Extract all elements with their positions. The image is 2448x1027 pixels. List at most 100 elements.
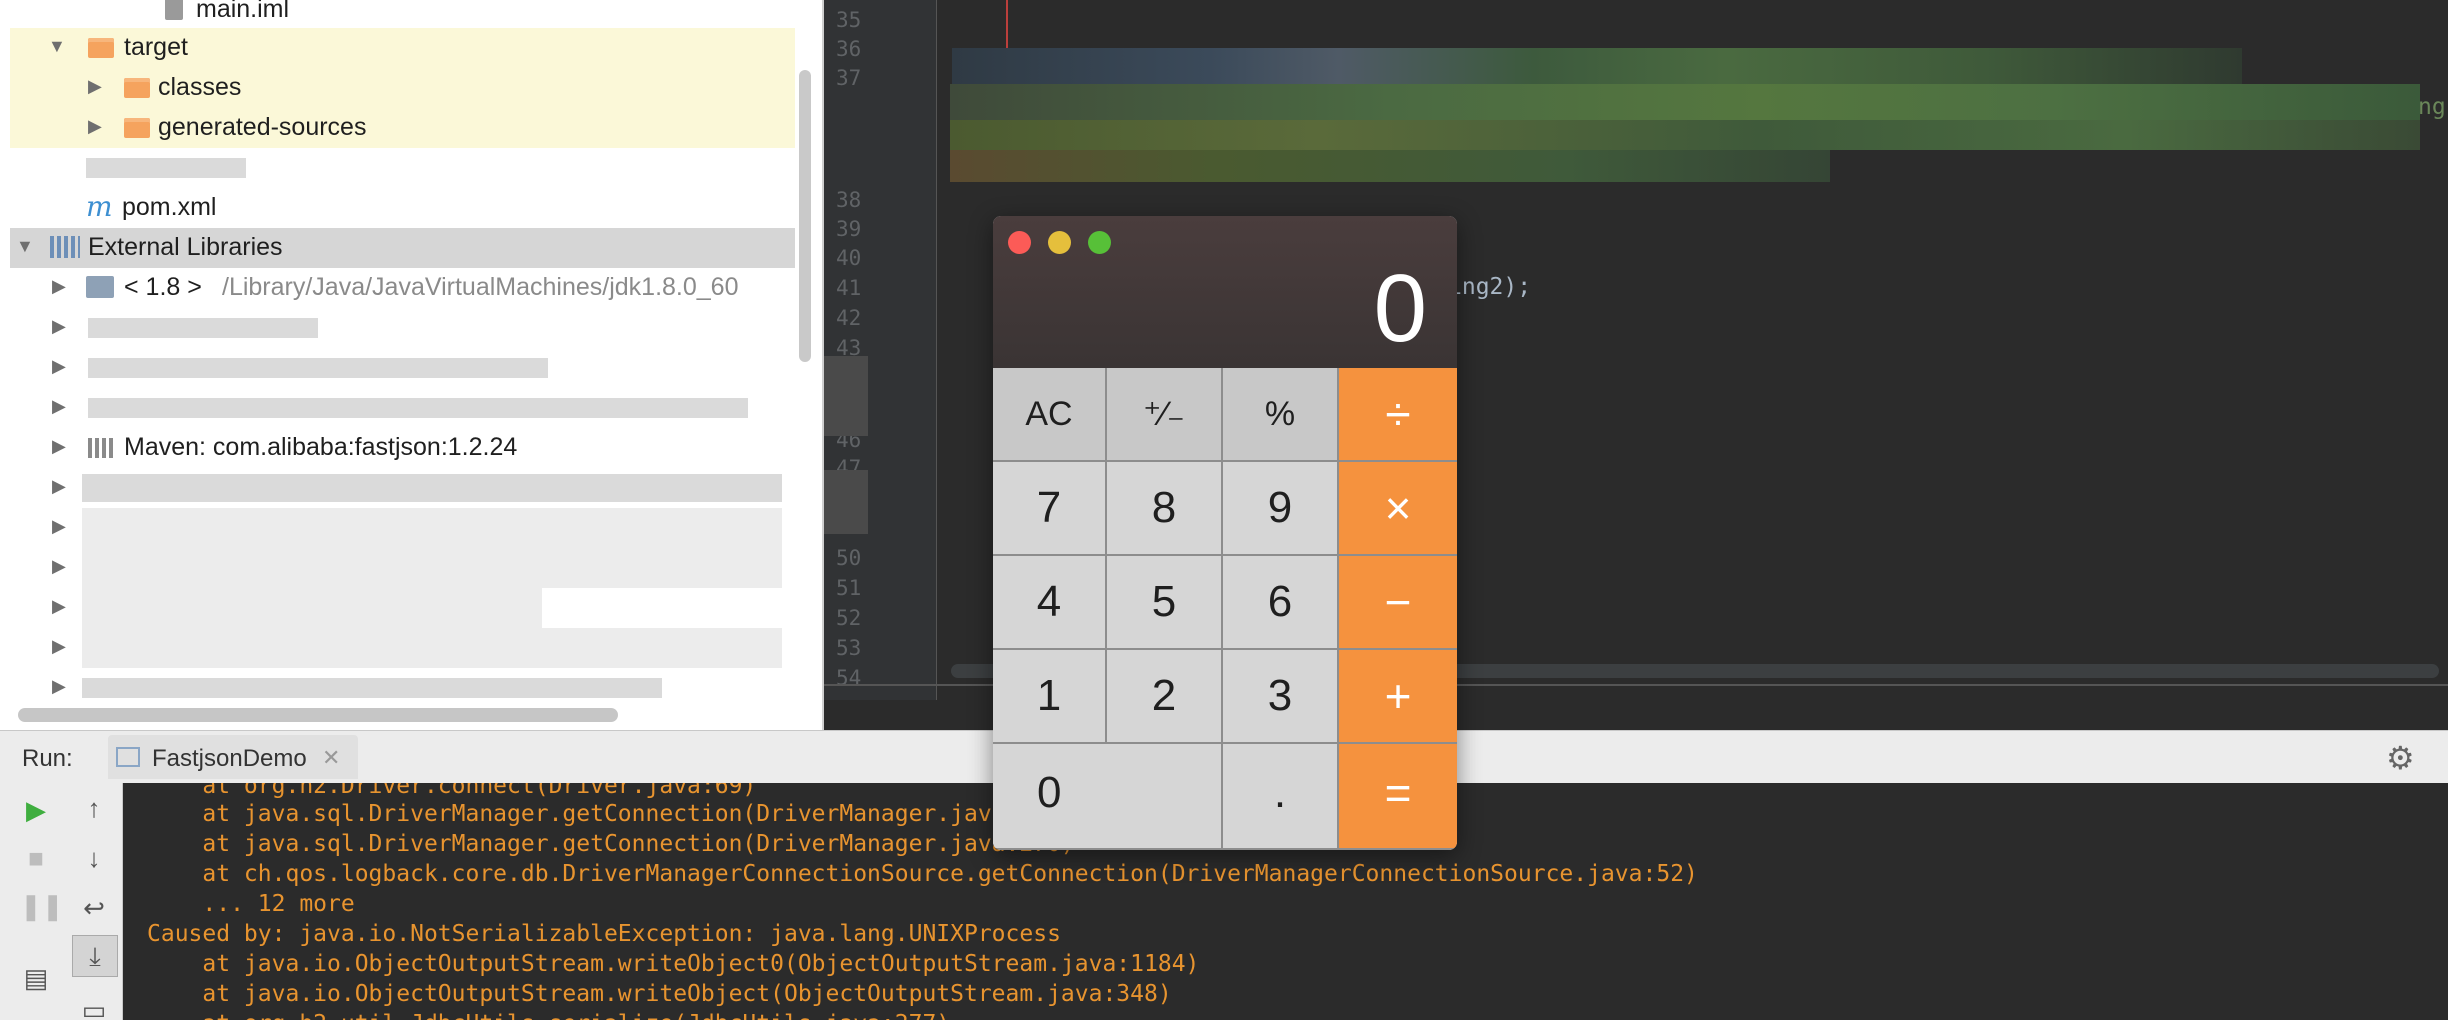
multiply-button[interactable]: ×: [1339, 462, 1457, 556]
tree-item-blurred[interactable]: ▶: [10, 668, 795, 708]
project-tree: main.iml ▼ target ▶ classes ▶ generated-…: [0, 0, 824, 730]
line-number: 50: [836, 546, 862, 570]
jdk-folder-icon: [86, 276, 114, 298]
tree-item-external-libraries[interactable]: ▼ External Libraries: [10, 228, 795, 268]
tree-item-blurred[interactable]: ▶: [10, 508, 795, 548]
blurred-label: [82, 474, 782, 502]
stop-icon[interactable]: ■: [20, 843, 52, 875]
tree-item-pom[interactable]: m pom.xml: [10, 188, 795, 228]
print-icon[interactable]: ▭: [78, 995, 110, 1027]
decimal-button[interactable]: .: [1223, 744, 1339, 850]
chevron-right-icon[interactable]: ▶: [52, 596, 66, 617]
chevron-right-icon[interactable]: ▶: [52, 396, 66, 417]
chevron-right-icon[interactable]: ▶: [52, 636, 66, 657]
tree-item-blurred[interactable]: ▶: [10, 348, 795, 388]
line-number: 40: [836, 246, 862, 270]
tree-item-blurred[interactable]: ▶: [10, 388, 795, 428]
tree-item-main-iml[interactable]: main.iml: [10, 0, 795, 30]
line-number: 41: [836, 276, 862, 300]
jdk-version-label: < 1.8 >: [124, 273, 202, 301]
calculator-result: 0: [1373, 255, 1427, 362]
tree-item-blurred[interactable]: ▶: [10, 548, 795, 588]
line-number: 36: [836, 37, 862, 61]
console-line: at java.io.ObjectOutputStream.writeObjec…: [147, 951, 1200, 977]
line-number: 37: [836, 66, 862, 90]
blurred-label: [82, 678, 662, 698]
minus-button[interactable]: −: [1339, 556, 1457, 650]
chevron-right-icon[interactable]: ▶: [88, 116, 102, 137]
tree-item-target[interactable]: ▼ target: [10, 28, 795, 68]
tab-fastjsondemo[interactable]: FastjsonDemo ✕: [108, 735, 358, 779]
console-line: at org.h2.Driver.connect(Driver.java:69): [147, 783, 757, 799]
chevron-right-icon[interactable]: ▶: [52, 356, 66, 377]
line-number: 53: [836, 636, 862, 660]
chevron-down-icon[interactable]: ▼: [48, 36, 66, 57]
digit-3-button[interactable]: 3: [1223, 650, 1339, 744]
console-line: at java.sql.DriverManager.getConnection(…: [147, 831, 1075, 857]
tree-item-classes[interactable]: ▶ classes: [10, 68, 795, 108]
run-toolbar: ▶ ■ ❚❚ ▤ ↑ ↓ ↩ ⤓ ▭: [0, 783, 123, 1025]
plus-button[interactable]: +: [1339, 650, 1457, 744]
chevron-right-icon[interactable]: ▶: [52, 436, 66, 457]
blurred-label: [82, 628, 782, 668]
chevron-right-icon[interactable]: ▶: [52, 556, 66, 577]
tree-item-blurred[interactable]: ▶: [10, 628, 795, 668]
editor-gutter: 35 36 37 38 39 40 41 42 43 46 47 50 51 5…: [824, 0, 937, 700]
sign-toggle-button[interactable]: ⁺∕₋: [1107, 368, 1223, 462]
run-config-icon: [116, 747, 140, 767]
close-icon[interactable]: ✕: [322, 745, 340, 771]
blurred-label: [88, 318, 318, 338]
layout-icon[interactable]: ▤: [20, 963, 52, 995]
close-window-button[interactable]: [1008, 231, 1031, 254]
obscured-code: [950, 84, 2420, 120]
chevron-right-icon[interactable]: ▶: [52, 676, 66, 697]
obscured-code: [950, 150, 1830, 182]
folder-icon: [88, 38, 114, 58]
arrow-down-icon[interactable]: ↓: [78, 843, 110, 875]
tree-horizontal-scrollbar[interactable]: [18, 708, 618, 722]
digit-8-button[interactable]: 8: [1107, 462, 1223, 556]
blurred-label: [82, 508, 782, 548]
divide-button[interactable]: ÷: [1339, 368, 1457, 462]
tree-item-fastjson[interactable]: ▶ Maven: com.alibaba:fastjson:1.2.24: [10, 428, 795, 468]
digit-2-button[interactable]: 2: [1107, 650, 1223, 744]
digit-9-button[interactable]: 9: [1223, 462, 1339, 556]
chevron-right-icon[interactable]: ▶: [52, 516, 66, 537]
chevron-right-icon[interactable]: ▶: [52, 316, 66, 337]
tree-item-generated-sources[interactable]: ▶ generated-sources: [10, 108, 795, 148]
chevron-down-icon[interactable]: ▼: [16, 236, 34, 257]
tree-item-label: generated-sources: [158, 113, 367, 141]
tree-item-blurred[interactable]: ▶: [10, 588, 795, 628]
maximize-window-button[interactable]: [1088, 231, 1111, 254]
tree-item-blurred[interactable]: ▶: [10, 468, 795, 508]
arrow-up-icon[interactable]: ↑: [78, 793, 110, 825]
calculator-window[interactable]: 0 AC ⁺∕₋ % ÷ 7 8 9 × 4 5 6 − 1 2 3 + 0 .…: [993, 216, 1457, 850]
tree-item-blurred[interactable]: [10, 148, 795, 188]
pause-icon[interactable]: ❚❚: [20, 891, 64, 923]
rerun-icon[interactable]: ▶: [20, 795, 52, 827]
minimize-window-button[interactable]: [1048, 231, 1071, 254]
chevron-right-icon[interactable]: ▶: [52, 276, 66, 297]
digit-6-button[interactable]: 6: [1223, 556, 1339, 650]
tree-vertical-scrollbar[interactable]: [799, 70, 811, 362]
scroll-to-end-icon[interactable]: ⤓: [72, 935, 118, 977]
chevron-right-icon[interactable]: ▶: [52, 476, 66, 497]
chevron-right-icon[interactable]: ▶: [88, 76, 102, 97]
digit-0-button[interactable]: 0: [993, 744, 1223, 850]
blurred-label: [88, 358, 548, 378]
tree-item-blurred[interactable]: ▶: [10, 308, 795, 348]
line-number: 35: [836, 8, 862, 32]
digit-5-button[interactable]: 5: [1107, 556, 1223, 650]
folder-icon: [124, 118, 150, 138]
percent-button[interactable]: %: [1223, 368, 1339, 462]
gear-icon[interactable]: ⚙: [2386, 739, 2415, 777]
digit-1-button[interactable]: 1: [993, 650, 1107, 744]
soft-wrap-icon[interactable]: ↩: [78, 893, 110, 925]
digit-7-button[interactable]: 7: [993, 462, 1107, 556]
clear-button[interactable]: AC: [993, 368, 1107, 462]
equals-button[interactable]: =: [1339, 744, 1457, 850]
line-number: 42: [836, 306, 862, 330]
tree-item-jdk[interactable]: ▶ < 1.8 > /Library/Java/JavaVirtualMachi…: [10, 268, 795, 308]
code-fragment: ng: [2418, 94, 2446, 120]
digit-4-button[interactable]: 4: [993, 556, 1107, 650]
